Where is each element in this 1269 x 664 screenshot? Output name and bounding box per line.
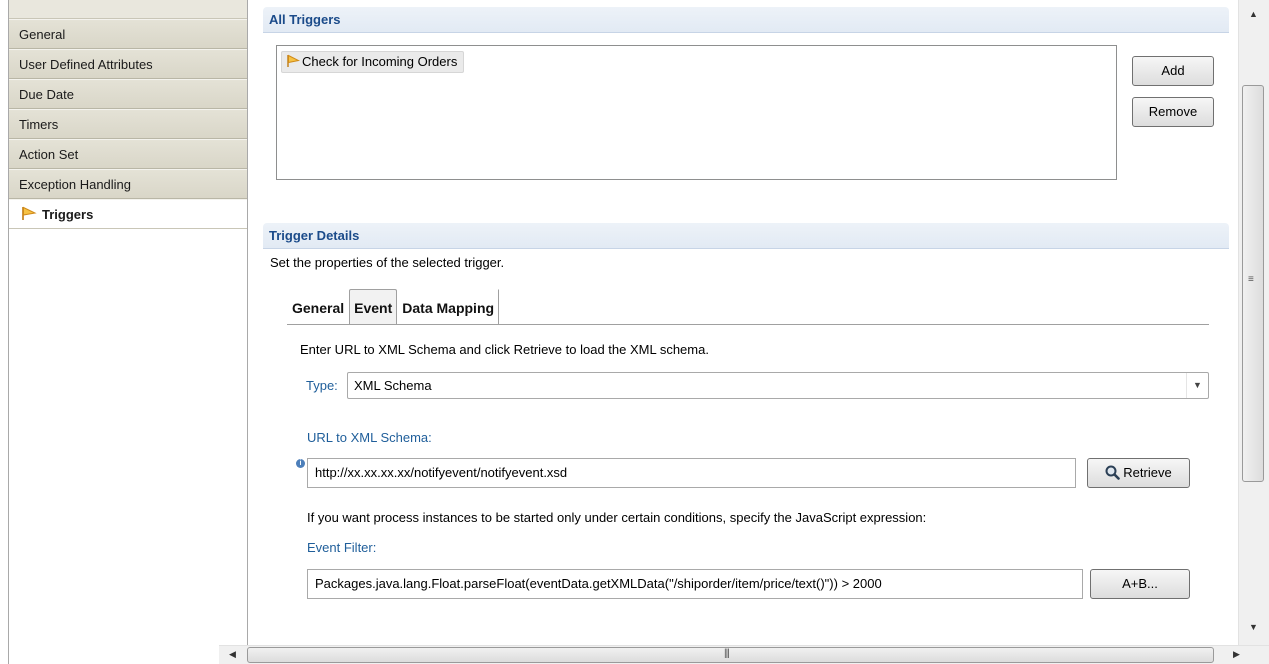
triggers-list[interactable]: Check for Incoming Orders	[276, 45, 1117, 180]
remove-button[interactable]: Remove	[1132, 97, 1214, 127]
horizontal-scrollbar[interactable]: ◀ ||| ▶	[219, 645, 1269, 664]
sidebar-item-label: Triggers	[42, 207, 94, 222]
sidebar-item-due-date[interactable]: Due Date	[9, 79, 247, 109]
scroll-down-icon[interactable]: ▼	[1249, 622, 1258, 632]
url-input[interactable]: http://xx.xx.xx.xx/notifyevent/notifyeve…	[307, 458, 1076, 488]
properties-main: All Triggers Check for Incoming Orders A…	[249, 0, 1238, 645]
type-select[interactable]: XML Schema ▼	[347, 372, 1209, 399]
tab-data-mapping[interactable]: Data Mapping	[397, 289, 500, 325]
grip-icon: |||	[724, 648, 730, 659]
type-label: Type:	[306, 378, 338, 393]
vertical-scroll-thumb[interactable]: ≡	[1242, 85, 1264, 482]
tab-event[interactable]: Event	[349, 289, 398, 325]
condition-text: If you want process instances to be star…	[307, 510, 927, 525]
info-icon: i	[296, 459, 305, 468]
scroll-right-icon[interactable]: ▶	[1233, 649, 1240, 660]
details-description: Set the properties of the selected trigg…	[270, 255, 505, 270]
trigger-name: Check for Incoming Orders	[302, 54, 458, 69]
chevron-down-icon[interactable]: ▼	[1186, 373, 1208, 398]
scroll-left-icon[interactable]: ◀	[229, 649, 236, 660]
list-item[interactable]: Check for Incoming Orders	[281, 51, 465, 74]
type-select-value: XML Schema	[354, 378, 432, 393]
tab-divider	[287, 324, 1209, 325]
expression-editor-button[interactable]: A+B...	[1090, 569, 1190, 599]
all-triggers-header: All Triggers	[263, 7, 1229, 33]
scroll-up-icon[interactable]: ▲	[1249, 9, 1258, 19]
retrieve-button[interactable]: Retrieve	[1087, 458, 1190, 488]
vertical-scrollbar[interactable]: ▲ ≡ ▼	[1238, 0, 1269, 645]
sidebar-item-general[interactable]: General	[9, 19, 247, 49]
url-label: URL to XML Schema:	[307, 430, 432, 445]
event-instruction: Enter URL to XML Schema and click Retrie…	[300, 342, 709, 357]
retrieve-label: Retrieve	[1123, 465, 1172, 480]
event-filter-label: Event Filter:	[307, 540, 377, 555]
grip-icon: ≡	[1248, 274, 1254, 285]
properties-tab-column: General User Defined Attributes Due Date…	[8, 0, 248, 664]
horizontal-scroll-thumb[interactable]: |||	[247, 647, 1214, 663]
tab-column-top	[9, 0, 247, 19]
trigger-details-header: Trigger Details	[263, 223, 1229, 249]
tab-general[interactable]: General	[287, 289, 349, 325]
sidebar-item-triggers[interactable]: Triggers	[9, 199, 247, 229]
sidebar-item-user-defined-attributes[interactable]: User Defined Attributes	[9, 49, 247, 79]
sidebar-item-exception-handling[interactable]: Exception Handling	[9, 169, 247, 199]
sidebar-item-action-set[interactable]: Action Set	[9, 139, 247, 169]
trigger-flag-icon	[21, 202, 37, 231]
magnifier-icon	[1105, 462, 1121, 490]
add-button[interactable]: Add	[1132, 56, 1214, 86]
details-tab-bar: General Event Data Mapping	[287, 289, 500, 325]
event-filter-input[interactable]: Packages.java.lang.Float.parseFloat(even…	[307, 569, 1083, 599]
sidebar-item-timers[interactable]: Timers	[9, 109, 247, 139]
trigger-flag-icon	[286, 54, 301, 74]
